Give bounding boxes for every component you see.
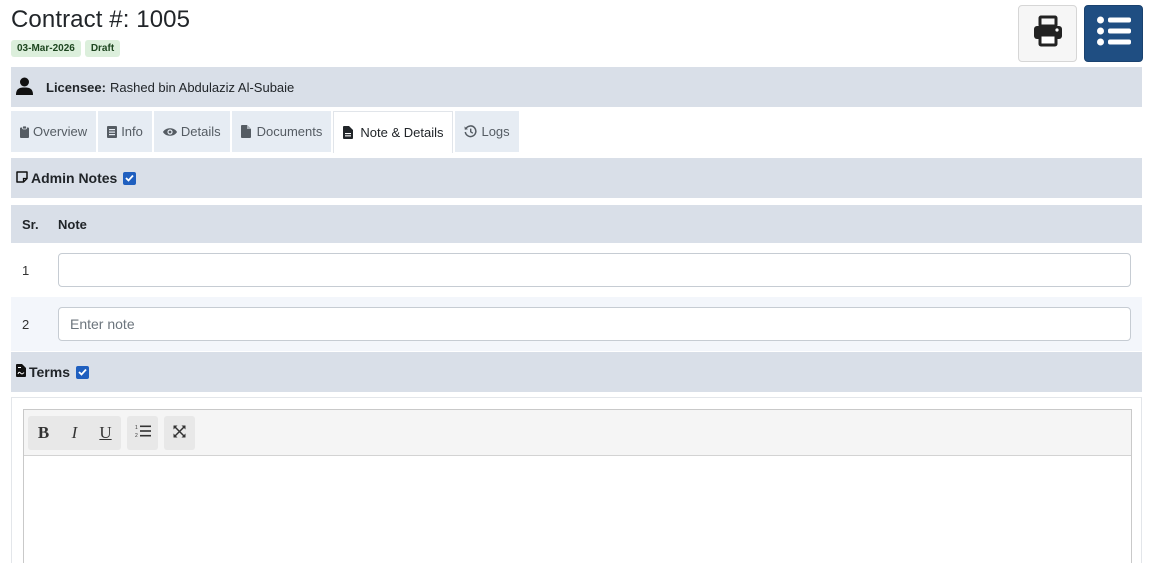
status-badge: Draft <box>84 40 121 57</box>
column-header-sr: Sr. <box>22 217 39 232</box>
date-badge: 03-Mar-2026 <box>11 40 81 57</box>
list-view-button[interactable] <box>1084 5 1143 62</box>
ordered-list-button[interactable]: 12 <box>127 416 158 450</box>
tab-label: Info <box>121 124 143 139</box>
editor-toolbar: B I U 12 <box>24 410 1131 456</box>
licensee-bar: Licensee: Rashed bin Abdulaziz Al-Subaie <box>11 67 1142 107</box>
view-group <box>164 415 195 450</box>
print-button[interactable] <box>1018 5 1077 62</box>
tab-label: Documents <box>256 124 323 139</box>
tab-bar: Overview Info Details Documents Note & D… <box>11 111 519 153</box>
tab-documents[interactable]: Documents <box>231 111 332 152</box>
document-list-icon <box>107 125 118 138</box>
terms-checkbox[interactable] <box>75 365 89 379</box>
underline-button[interactable]: U <box>90 416 121 450</box>
table-row: 1 <box>11 243 1142 297</box>
user-icon <box>16 77 33 98</box>
column-header-note: Note <box>58 217 87 232</box>
admin-notes-header: Admin Notes <box>11 158 1142 198</box>
terms-header: Terms <box>11 352 1142 392</box>
tab-label: Details <box>180 124 221 139</box>
note-input[interactable] <box>58 307 1131 341</box>
admin-notes-checkbox[interactable] <box>123 171 137 185</box>
tab-info[interactable]: Info <box>98 111 152 152</box>
row-number: 1 <box>22 263 30 278</box>
terms-title: Terms <box>29 364 70 380</box>
rich-text-editor: B I U 12 <box>23 409 1132 563</box>
file-icon <box>240 125 251 138</box>
italic-button[interactable]: I <box>59 416 90 450</box>
note-input[interactable] <box>58 253 1131 287</box>
tab-label: Note & Details <box>360 125 444 140</box>
svg-text:1: 1 <box>135 425 138 431</box>
table-row: 2 <box>11 297 1142 351</box>
fullscreen-button[interactable] <box>164 416 195 450</box>
expand-icon <box>173 423 186 443</box>
sticky-note-icon <box>16 170 28 186</box>
row-number: 2 <box>22 317 30 332</box>
history-icon <box>464 125 478 138</box>
format-group: B I U <box>28 415 121 450</box>
tab-logs[interactable]: Logs <box>455 111 519 152</box>
tab-note-details[interactable]: Note & Details <box>333 111 454 153</box>
tab-details[interactable]: Details <box>153 111 230 152</box>
italic-icon: I <box>71 422 78 442</box>
file-contract-icon <box>16 364 26 380</box>
notes-table-header: Sr. Note <box>11 205 1142 243</box>
underline-icon: U <box>99 422 112 442</box>
admin-notes-title: Admin Notes <box>31 170 118 186</box>
ordered-list-icon: 12 <box>135 423 151 443</box>
bold-button[interactable]: B <box>28 416 59 450</box>
list-group: 12 <box>127 415 158 450</box>
licensee-label: Licensee: <box>46 79 106 95</box>
tab-label: Logs <box>481 124 510 139</box>
editor-content-area[interactable] <box>24 456 1131 563</box>
badge-group: 03-Mar-2026 Draft <box>11 40 121 57</box>
file-text-icon <box>343 126 354 139</box>
eye-icon <box>162 127 177 137</box>
licensee-name: Rashed bin Abdulaziz Al-Subaie <box>109 79 295 95</box>
clipboard-icon <box>20 125 29 138</box>
terms-editor-container: B I U 12 <box>11 397 1142 563</box>
tab-label: Overview <box>33 124 88 139</box>
list-icon <box>1096 15 1132 52</box>
svg-text:2: 2 <box>135 433 138 438</box>
tab-overview[interactable]: Overview <box>11 111 97 152</box>
print-icon <box>1031 14 1065 53</box>
bold-icon: B <box>37 422 50 442</box>
page-title: Contract #: 1005 <box>11 6 191 33</box>
